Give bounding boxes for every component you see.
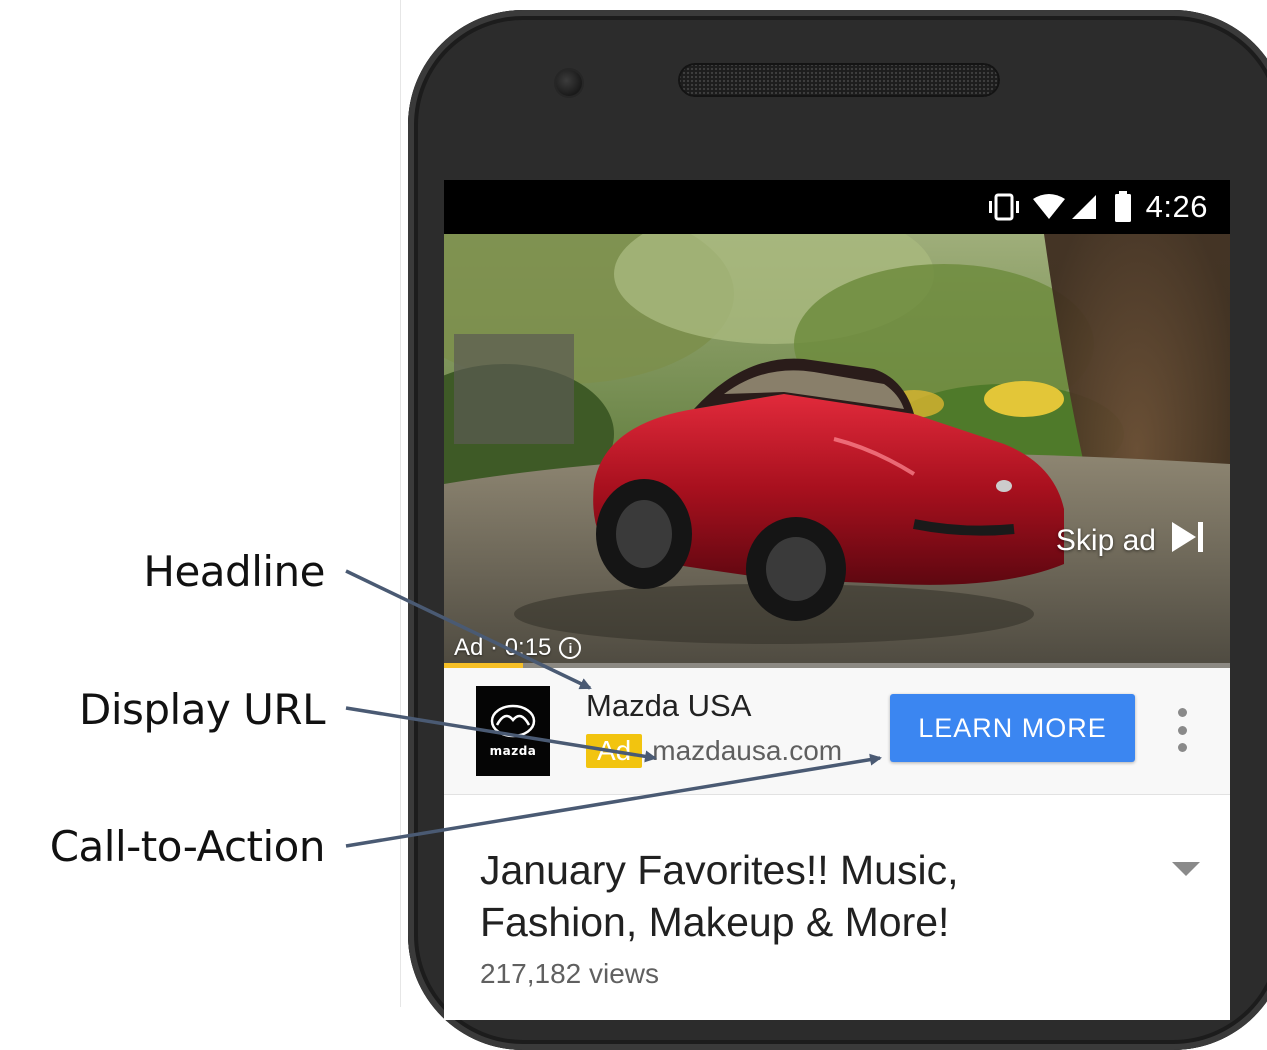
mazda-emblem-icon bbox=[490, 704, 536, 738]
mazda-wordmark: mazda bbox=[489, 744, 537, 758]
ad-url-row: Ad mazdausa.com bbox=[586, 734, 842, 768]
status-time: 4:26 bbox=[1145, 189, 1208, 224]
vibrate-icon bbox=[986, 192, 1022, 222]
status-icons: 4:26 bbox=[986, 180, 1230, 234]
video-player[interactable]: Skip ad Ad · 0:15 i bbox=[444, 234, 1230, 668]
ad-display-url[interactable]: mazdausa.com bbox=[652, 735, 842, 767]
phone-screen: 4:26 Skip ad Ad · 0:15 i mazda Mazda USA… bbox=[444, 180, 1230, 1020]
status-bar: 4:26 bbox=[444, 180, 1230, 234]
view-count: 217,182 views bbox=[480, 958, 660, 989]
earpiece-speaker bbox=[678, 63, 1000, 97]
front-camera bbox=[556, 70, 582, 96]
ad-timer: Ad · 0:15 i bbox=[454, 634, 582, 662]
mazda-logo: mazda bbox=[476, 686, 550, 776]
more-options-icon[interactable] bbox=[1172, 708, 1192, 752]
video-title: January Favorites!! Music, Fashion, Make… bbox=[480, 847, 959, 945]
video-frame-car bbox=[444, 234, 1230, 668]
skip-ad-label: Skip ad bbox=[1055, 524, 1156, 557]
info-icon[interactable]: i bbox=[559, 637, 582, 659]
learn-more-button[interactable]: LEARN MORE bbox=[890, 694, 1135, 762]
ad-badge: Ad bbox=[586, 734, 643, 768]
skip-next-icon bbox=[1170, 519, 1206, 563]
ad-headline[interactable]: Mazda USA bbox=[586, 688, 751, 724]
page-divider bbox=[400, 0, 401, 1007]
ad-card[interactable]: mazda Mazda USA Ad mazdausa.com LEARN MO… bbox=[444, 668, 1230, 795]
skip-ad-button[interactable]: Skip ad bbox=[1056, 519, 1206, 563]
annotation-call-to-action-label: Call-to-Action bbox=[49, 822, 326, 871]
expand-chevron-icon[interactable] bbox=[1172, 862, 1200, 883]
ad-timer-text: Ad · 0:15 bbox=[454, 634, 552, 661]
wifi-icon bbox=[1032, 193, 1066, 221]
annotation-headline-label: Headline bbox=[143, 547, 325, 596]
annotation-display-url-label: Display URL bbox=[79, 685, 326, 734]
phone-device: 4:26 Skip ad Ad · 0:15 i mazda Mazda USA… bbox=[408, 10, 1267, 1050]
battery-icon bbox=[1114, 191, 1132, 223]
signal-icon bbox=[1068, 193, 1098, 221]
